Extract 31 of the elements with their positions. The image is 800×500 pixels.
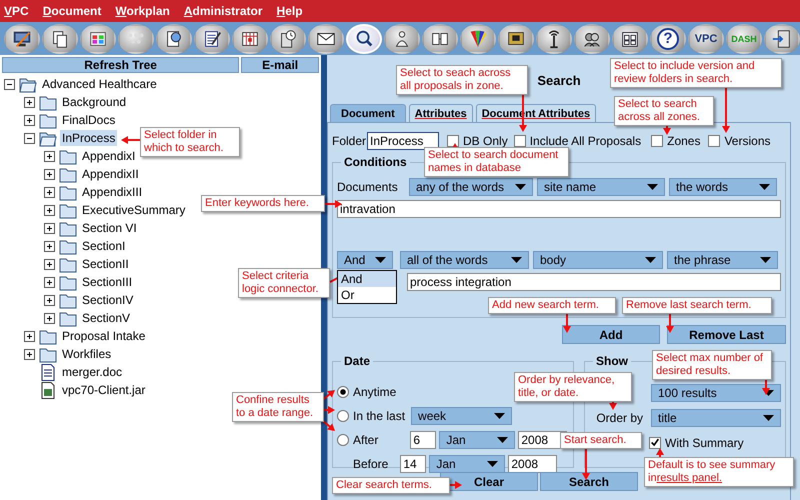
callout-tooltip: Select max number of desired results. — [652, 350, 772, 380]
callout-tooltip: Add new search term. — [488, 297, 616, 314]
callout-tooltip: Order by relevance, title, or date. — [514, 372, 632, 402]
radio-label: Anytime — [353, 385, 396, 399]
checkbox-label: Zones — [667, 134, 700, 148]
section-title: Show — [595, 354, 629, 368]
field-label: Order by — [596, 410, 643, 424]
callout-tooltip: Select to seach across all proposals in zone. — [396, 65, 528, 95]
field-label: Before — [353, 457, 388, 471]
radio-label: After — [353, 433, 378, 447]
callout-tooltip: Confine results to a date range. — [232, 392, 324, 422]
field-label: Documents — [337, 180, 399, 194]
callout-tooltip: Select to search across all zones. — [614, 96, 714, 126]
field-label: Folder — [332, 134, 366, 148]
section-title: Conditions — [343, 155, 408, 169]
panel-title: Search — [537, 72, 581, 90]
callout-tooltip: Remove last search term. — [622, 297, 772, 314]
callout-tooltip: Select to include version and review folders in search. — [610, 58, 782, 88]
radio-label: In the last — [353, 409, 406, 423]
checkbox-label: With Summary — [665, 436, 744, 450]
callout-tooltip: Clear search terms. — [332, 477, 450, 494]
callout-tooltip: Start search. — [560, 432, 642, 449]
callout-tooltip: Select to search document names in database — [424, 147, 569, 177]
checkbox-label: Versions — [724, 134, 770, 148]
callout-tooltip: Enter keywords here. — [201, 195, 325, 212]
checkbox-label: DB Only — [463, 134, 508, 148]
checkbox-label: Include All Proposals — [530, 134, 642, 148]
callout-tooltip: Select criteria logic connector. — [238, 268, 330, 298]
callout-tooltip: Default is to see summary inresults panel. — [644, 457, 794, 487]
section-title: Date — [343, 354, 372, 368]
callout-tooltip: Select folder in which to search. — [140, 127, 240, 157]
